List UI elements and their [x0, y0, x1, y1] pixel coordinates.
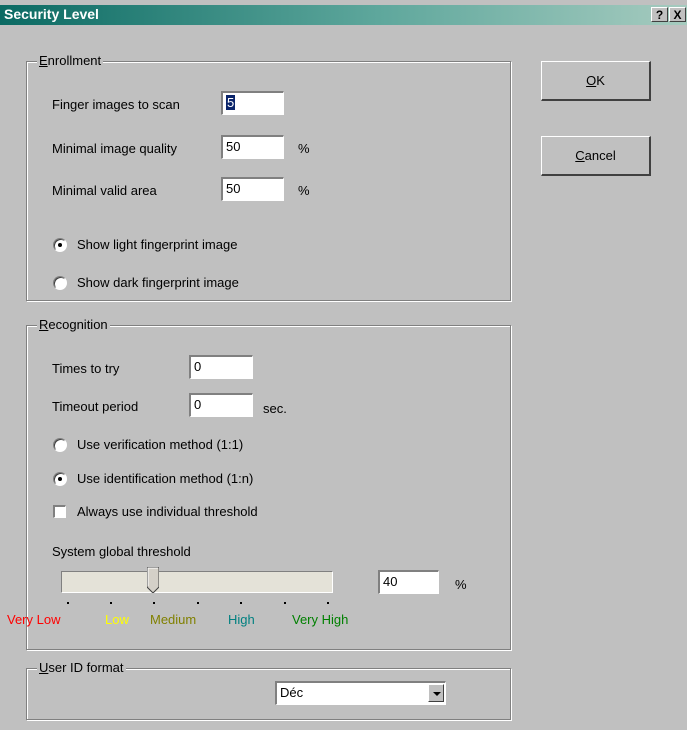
verification-method-label[interactable]: Use verification method (1:1)	[77, 437, 243, 452]
help-button[interactable]: ?	[651, 7, 668, 22]
threshold-unit: %	[455, 577, 467, 592]
finger-images-label: Finger images to scan	[52, 97, 180, 112]
enrollment-legend: Enrollment	[37, 53, 104, 68]
cancel-button[interactable]: Cancel	[541, 136, 651, 176]
timeout-label: Timeout period	[52, 399, 139, 414]
chevron-down-icon[interactable]	[428, 684, 444, 702]
min-quality-unit: %	[298, 141, 310, 156]
timeout-input[interactable]: 0	[189, 393, 253, 417]
verification-method-radio[interactable]	[53, 438, 67, 452]
security-level-dialog: Security Level ? X Enrollment Finger ima…	[0, 0, 687, 730]
times-to-try-label: Times to try	[52, 361, 120, 376]
slider-tick	[110, 602, 112, 604]
show-dark-image-label[interactable]: Show dark fingerprint image	[77, 275, 239, 290]
identification-method-radio[interactable]	[53, 472, 67, 486]
min-quality-input[interactable]: 50	[221, 135, 284, 159]
finger-images-input[interactable]: 5	[221, 91, 284, 115]
level-high-label: High	[228, 612, 255, 627]
slider-tick	[240, 602, 242, 604]
close-button[interactable]: X	[669, 7, 686, 22]
threshold-slider-track[interactable]	[61, 571, 333, 593]
show-dark-image-radio[interactable]	[53, 276, 67, 290]
ok-button[interactable]: OK	[541, 61, 651, 101]
user-id-format-select[interactable]: Déc	[275, 681, 446, 705]
threshold-slider-thumb[interactable]	[147, 567, 159, 593]
threshold-value-input[interactable]: 40	[378, 570, 439, 594]
slider-tick	[327, 602, 329, 604]
slider-tick	[153, 602, 155, 604]
user-id-format-value: Déc	[280, 685, 304, 700]
slider-tick	[284, 602, 286, 604]
show-light-image-radio[interactable]	[53, 238, 67, 252]
identification-method-label[interactable]: Use identification method (1:n)	[77, 471, 253, 486]
min-area-input[interactable]: 50	[221, 177, 284, 201]
slider-tick	[197, 602, 199, 604]
recognition-legend: Recognition	[37, 317, 110, 332]
show-light-image-label[interactable]: Show light fingerprint image	[77, 237, 237, 252]
window-title: Security Level	[4, 6, 99, 22]
level-medium-label: Medium	[150, 612, 197, 627]
min-area-label: Minimal valid area	[52, 183, 157, 198]
slider-tick	[67, 602, 69, 604]
individual-threshold-label[interactable]: Always use individual threshold	[77, 504, 258, 519]
level-very-low-label: Very Low	[7, 612, 61, 627]
level-low-label: Low	[105, 612, 129, 627]
timeout-unit: sec.	[263, 401, 287, 416]
title-bar[interactable]: Security Level ? X	[0, 5, 687, 25]
min-area-unit: %	[298, 183, 310, 198]
min-quality-label: Minimal image quality	[52, 141, 177, 156]
individual-threshold-checkbox[interactable]	[53, 505, 66, 518]
user-id-format-legend: User ID format	[37, 660, 126, 675]
times-to-try-input[interactable]: 0	[189, 355, 253, 379]
level-very-high-label: Very High	[292, 612, 349, 627]
global-threshold-label: System global threshold	[52, 544, 191, 559]
